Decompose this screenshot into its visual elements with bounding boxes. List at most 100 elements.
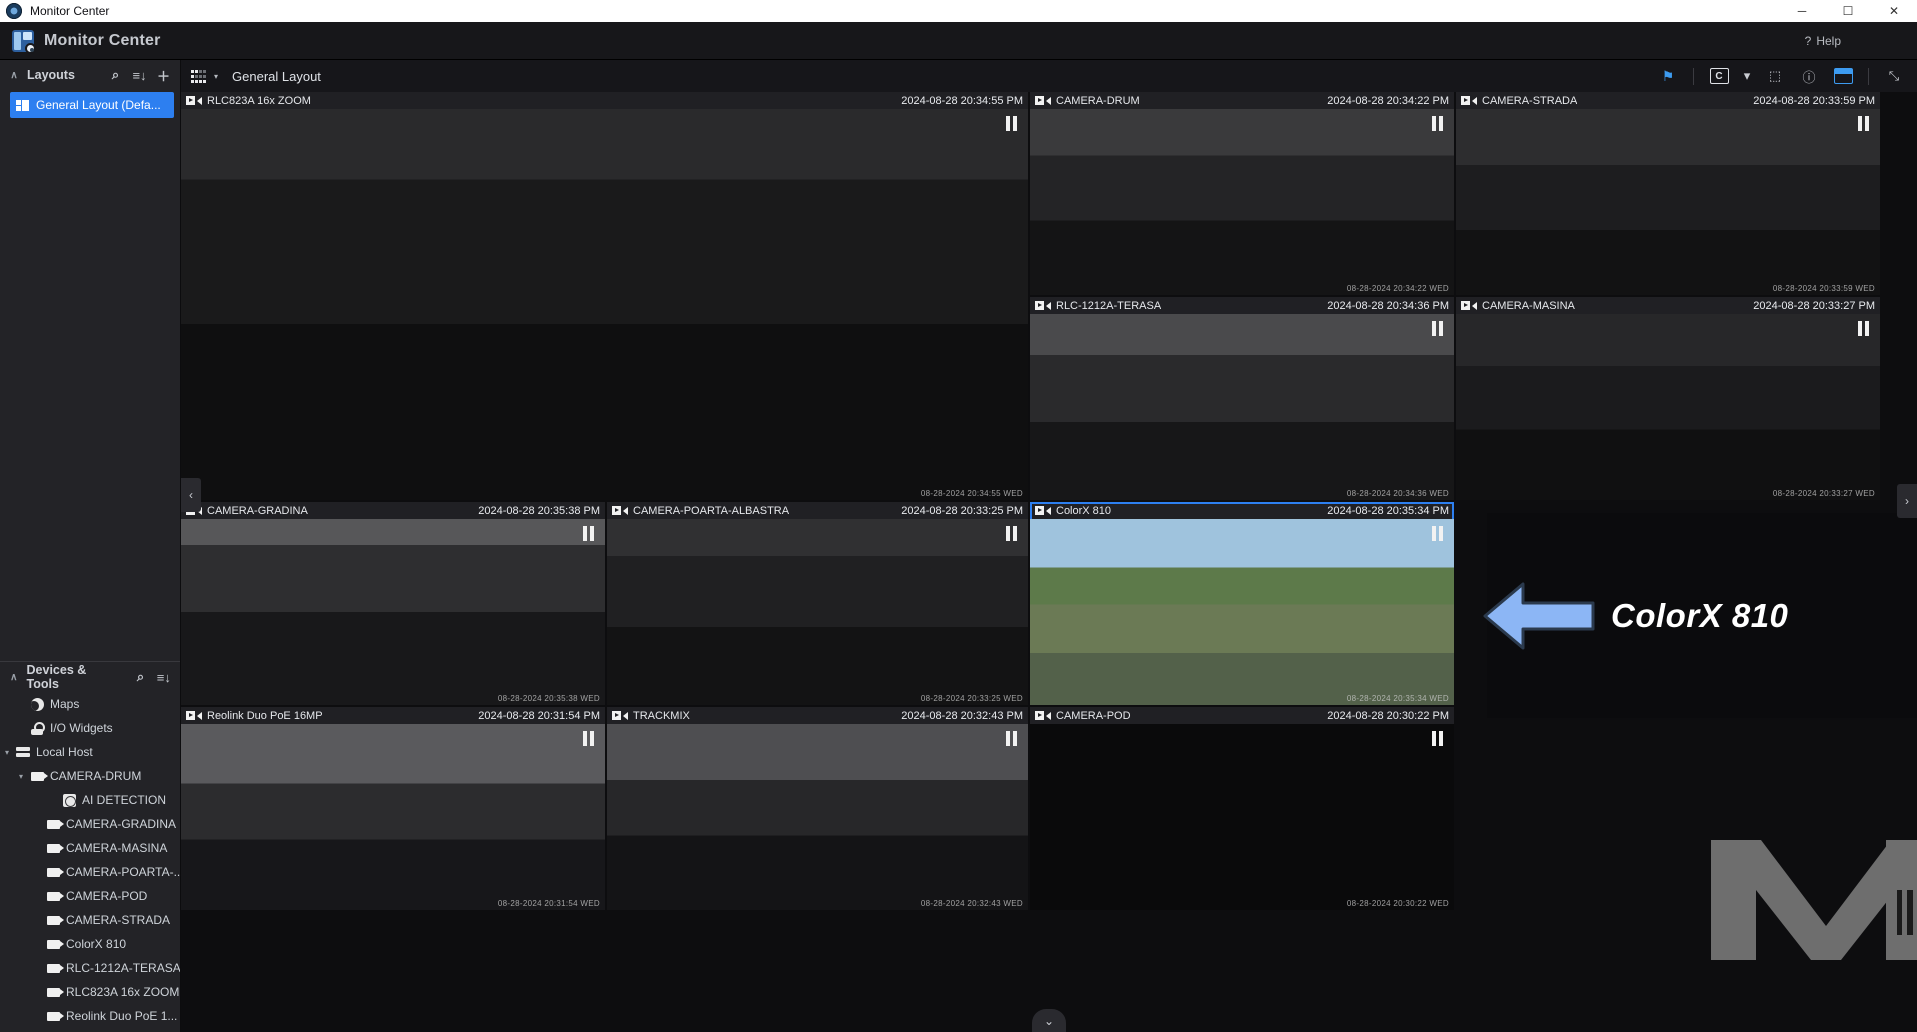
fullscreen-icon[interactable]: ⤡ xyxy=(1881,64,1907,88)
play-state-icon xyxy=(1461,96,1470,105)
pause-button[interactable] xyxy=(1858,116,1871,131)
camera-overlay-timestamp: 08-28-2024 20:34:36 WED xyxy=(1346,489,1449,498)
camera-tile[interactable]: CAMERA-POD 2024-08-28 20:30:22 PM 08-28-20… xyxy=(1030,707,1454,910)
camera-video[interactable] xyxy=(1030,519,1454,705)
devices-collapse-icon[interactable]: ∧ xyxy=(8,672,20,683)
device-tree-item-label: Local Host xyxy=(36,745,93,759)
minimize-button[interactable]: ─ xyxy=(1779,0,1825,22)
camera-video[interactable] xyxy=(1030,724,1454,910)
layout-item-label: General Layout (Defa... xyxy=(36,98,161,112)
camera-video[interactable] xyxy=(181,519,605,705)
layout-preset-caret-icon[interactable]: ▾ xyxy=(1740,64,1754,88)
expand-grid-button[interactable]: ⌄ xyxy=(1032,1009,1066,1032)
camera-tile-header: CAMERA-GRADINA 2024-08-28 20:35:38 PM xyxy=(181,502,605,519)
device-tree-item-maps[interactable]: Maps xyxy=(0,692,180,716)
pause-button[interactable] xyxy=(1432,321,1445,336)
pause-button[interactable] xyxy=(583,526,596,541)
camera-video[interactable] xyxy=(181,109,1028,500)
help-button[interactable]: ? Help xyxy=(1805,34,1841,48)
camera-tile[interactable]: Reolink Duo PoE 16MP 2024-08-28 20:31:54 … xyxy=(181,707,605,910)
devices-sort-icon[interactable]: ≡↓ xyxy=(156,669,172,686)
camera-tile[interactable]: ColorX 810 2024-08-28 20:35:34 PM 08-28-20… xyxy=(1030,502,1454,705)
camera-video[interactable] xyxy=(1456,109,1880,295)
play-state-icon xyxy=(1035,711,1044,720)
play-state-icon xyxy=(1035,96,1044,105)
camera-tile-header: TRACKMIX 2024-08-28 20:32:43 PM xyxy=(607,707,1028,724)
audio-icon xyxy=(1046,711,1051,720)
collapse-right-panel-button[interactable]: › xyxy=(1897,484,1917,518)
devices-section-header[interactable]: ∧ Devices & Tools ⌕ ≡↓ xyxy=(0,662,180,692)
device-tree-item-colorx-810[interactable]: ColorX 810 xyxy=(0,932,180,956)
device-tree-item-reolink-duo-poe-1[interactable]: Reolink Duo PoE 1... xyxy=(0,1004,180,1028)
device-tree-item-rlc823a-16x-zoom[interactable]: RLC823A 16x ZOOM xyxy=(0,980,180,1004)
play-state-icon xyxy=(186,96,195,105)
device-tree-item-rlc-1212a-terasa[interactable]: RLC-1212A-TERASA xyxy=(0,956,180,980)
camera-icon xyxy=(44,891,64,901)
camera-tile[interactable]: CAMERA-STRADA 2024-08-28 20:33:59 PM 08-28… xyxy=(1456,92,1880,295)
play-state-icon xyxy=(186,711,195,720)
pause-button[interactable] xyxy=(1006,116,1019,131)
camera-video[interactable] xyxy=(607,724,1028,910)
camera-video[interactable] xyxy=(1030,109,1454,295)
camera-tile[interactable]: CAMERA-POARTA-ALBASTRA 2024-08-28 20:33:2… xyxy=(607,502,1028,705)
device-tree-item-label: CAMERA-STRADA xyxy=(66,913,171,927)
app-header: Monitor Center ? Help xyxy=(0,22,1917,60)
layouts-collapse-icon[interactable]: ∧ xyxy=(8,70,20,81)
device-tree-item-camera-masina[interactable]: CAMERA-MASINA xyxy=(0,836,180,860)
camera-tile[interactable]: TRACKMIX 2024-08-28 20:32:43 PM 08-28-2024… xyxy=(607,707,1028,910)
promo-banner-arrow: ColorX 810 xyxy=(1483,513,1917,718)
pause-button[interactable] xyxy=(1432,526,1445,541)
pause-button[interactable] xyxy=(1006,731,1019,746)
grid-layout-icon[interactable] xyxy=(191,69,206,83)
camera-video[interactable] xyxy=(1456,314,1880,500)
pause-button[interactable] xyxy=(583,731,596,746)
tree-twisty-icon[interactable]: ▾ xyxy=(0,748,14,757)
layouts-add-icon[interactable]: ＋ xyxy=(155,67,172,84)
camera-tile[interactable]: CAMERA-GRADINA 2024-08-28 20:35:38 PM 08-2… xyxy=(181,502,605,705)
pause-button[interactable] xyxy=(1432,731,1445,746)
layouts-sort-icon[interactable]: ≡↓ xyxy=(131,67,148,84)
layout-preset-icon[interactable]: C xyxy=(1706,64,1732,88)
device-tree-item-i-o-widgets[interactable]: I/O Widgets xyxy=(0,716,180,740)
host-icon xyxy=(14,746,32,758)
camera-video[interactable] xyxy=(181,724,605,910)
collapse-sidebar-button[interactable]: ‹ xyxy=(181,478,201,512)
devices-search-icon[interactable]: ⌕ xyxy=(132,669,148,686)
camera-name: CAMERA-POD xyxy=(1056,709,1131,722)
layouts-search-icon[interactable]: ⌕ xyxy=(107,67,124,84)
camera-video[interactable] xyxy=(607,519,1028,705)
device-tree-item-camera-drum[interactable]: ▾ CAMERA-DRUM xyxy=(0,764,180,788)
layout-preset-box: C xyxy=(1709,68,1729,84)
camera-overlay-timestamp: 08-28-2024 20:33:59 WED xyxy=(1772,284,1875,293)
device-tree-item-ai-detection[interactable]: AI DETECTION xyxy=(0,788,180,812)
camera-video[interactable] xyxy=(1030,314,1454,500)
camera-tile[interactable]: CAMERA-MASINA 2024-08-28 20:33:27 PM 08-28… xyxy=(1456,297,1880,500)
fit-screen-icon[interactable]: ⬚ xyxy=(1762,64,1788,88)
play-state-icon xyxy=(1035,301,1044,310)
info-icon[interactable]: ⓘ xyxy=(1796,64,1822,88)
camera-tile[interactable]: CAMERA-DRUM 2024-08-28 20:34:22 PM 08-28-2… xyxy=(1030,92,1454,295)
device-tree-item-camera-pod[interactable]: CAMERA-POD xyxy=(0,884,180,908)
camera-tile[interactable]: RLC823A 16x ZOOM 2024-08-28 20:34:55 PM 08… xyxy=(181,92,1028,500)
device-tree-item-label: I/O Widgets xyxy=(50,721,113,735)
device-tree-item-local-host[interactable]: ▾ Local Host xyxy=(0,740,180,764)
device-tree-item-camera-poarta[interactable]: CAMERA-POARTA-... xyxy=(0,860,180,884)
layouts-section-header[interactable]: ∧ Layouts ⌕ ≡↓ ＋ xyxy=(0,60,180,90)
pause-button[interactable] xyxy=(1858,321,1871,336)
grid-layout-caret-icon[interactable]: ▾ xyxy=(214,72,218,81)
panel-toggle-icon[interactable] xyxy=(1830,64,1856,88)
camera-name: CAMERA-GRADINA xyxy=(207,504,308,517)
device-tree-item-camera-strada[interactable]: CAMERA-STRADA xyxy=(0,908,180,932)
camera-tile-header: CAMERA-MASINA 2024-08-28 20:33:27 PM xyxy=(1456,297,1880,314)
promo-text: ColorX 810 xyxy=(1611,596,1789,634)
camera-tile[interactable]: RLC-1212A-TERASA 2024-08-28 20:34:36 PM 08… xyxy=(1030,297,1454,500)
play-state-icon xyxy=(1461,301,1470,310)
maximize-button[interactable]: ☐ xyxy=(1825,0,1871,22)
device-tree-item-camera-gradina[interactable]: CAMERA-GRADINA xyxy=(0,812,180,836)
pause-button[interactable] xyxy=(1432,116,1445,131)
pause-button[interactable] xyxy=(1006,526,1019,541)
tree-twisty-icon[interactable]: ▾ xyxy=(14,772,28,781)
close-button[interactable]: ✕ xyxy=(1871,0,1917,22)
sidebar-item-general-layout[interactable]: General Layout (Defa... xyxy=(10,92,174,118)
pin-icon[interactable]: ⚑ xyxy=(1655,64,1681,88)
